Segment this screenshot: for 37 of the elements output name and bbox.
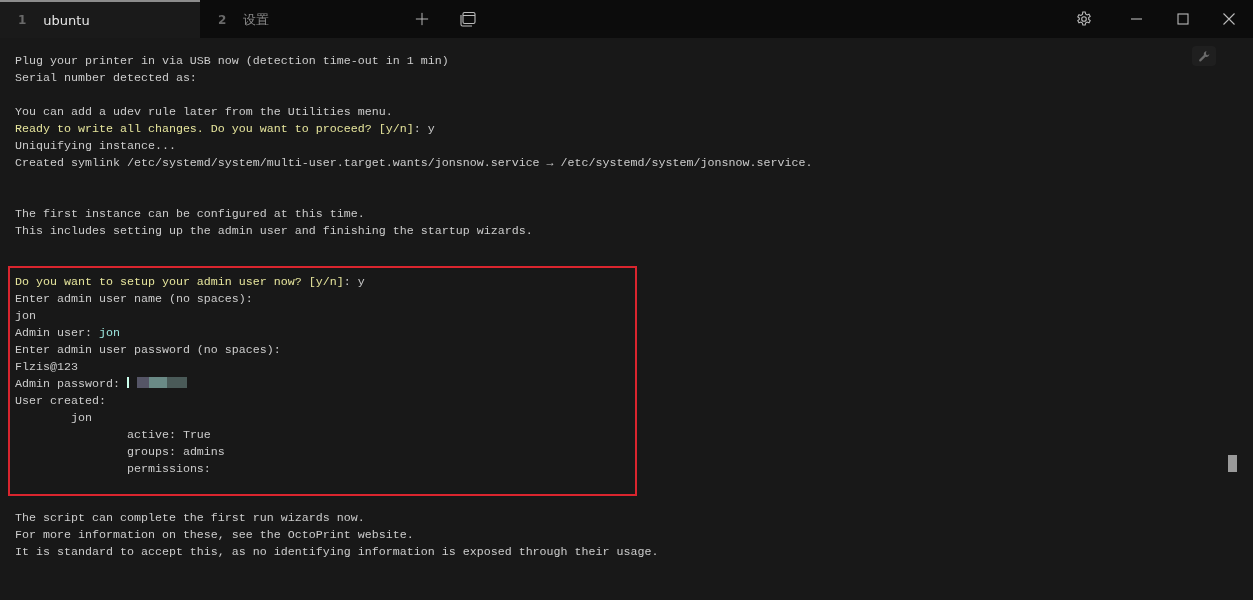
- tab[interactable]: 2 设置: [200, 0, 400, 38]
- terminal-line: groups: admins: [125, 444, 225, 461]
- terminal-line: Uniquifying instance...: [15, 138, 176, 155]
- plus-icon[interactable]: [415, 12, 429, 26]
- terminal-line: It is standard to accept this, as no identifying information is exposed through their usage.: [15, 544, 659, 561]
- value-text: jon: [98, 326, 120, 340]
- terminal-line: permissions:: [125, 461, 211, 478]
- prompt-text: Do you want to setup your admin user now? [y/n]: [15, 275, 344, 289]
- maximize-icon[interactable]: [1175, 11, 1191, 27]
- terminal-line: Created symlink /etc/systemd/system/multi-user.target.wants/jonsnow.service → /etc/systemd/system/jonsnow.service.: [15, 155, 813, 172]
- terminal-line: Flzis@123: [15, 359, 78, 376]
- wrench-icon: [1197, 49, 1211, 63]
- close-icon[interactable]: [1221, 11, 1237, 27]
- terminal-line: This includes setting up the admin user and finishing the startup wizards.: [15, 223, 533, 240]
- terminal-line: Enter admin user password (no spaces):: [15, 342, 281, 359]
- terminal-line: Enter admin user name (no spaces):: [15, 291, 253, 308]
- terminal-line: Plug your printer in via USB now (detection time-out in 1 min): [15, 53, 449, 70]
- tab[interactable]: 1 ubuntu: [0, 0, 200, 38]
- terminal-line: The script can complete the first run wizards now.: [15, 510, 365, 527]
- terminal-text: : y: [413, 122, 435, 136]
- settings-icon[interactable]: [1076, 11, 1092, 27]
- terminal-line: For more information on these, see the OctoPrint website.: [15, 527, 414, 544]
- terminal-text: Admin password:: [15, 377, 121, 391]
- terminal-line: active: True: [125, 427, 211, 444]
- terminal-line: You can add a udev rule later from the Utilities menu.: [15, 104, 393, 121]
- terminal-line: jon: [69, 410, 92, 427]
- terminal-line: The first instance can be configured at this time.: [15, 206, 365, 223]
- terminal-text: : y: [343, 275, 365, 289]
- scrollbar-thumb[interactable]: [1228, 455, 1237, 472]
- terminal-line: Serial number detected as:: [15, 70, 197, 87]
- terminal-line: jon: [15, 308, 36, 325]
- prompt-text: Ready to write all changes. Do you want to proceed? [y/n]: [15, 122, 414, 136]
- blurred-password: [126, 377, 187, 388]
- wrench-button[interactable]: [1192, 46, 1216, 66]
- terminal-line: User created:: [15, 393, 106, 410]
- terminal-text: Admin user:: [15, 326, 93, 340]
- window-icon[interactable]: [460, 11, 476, 27]
